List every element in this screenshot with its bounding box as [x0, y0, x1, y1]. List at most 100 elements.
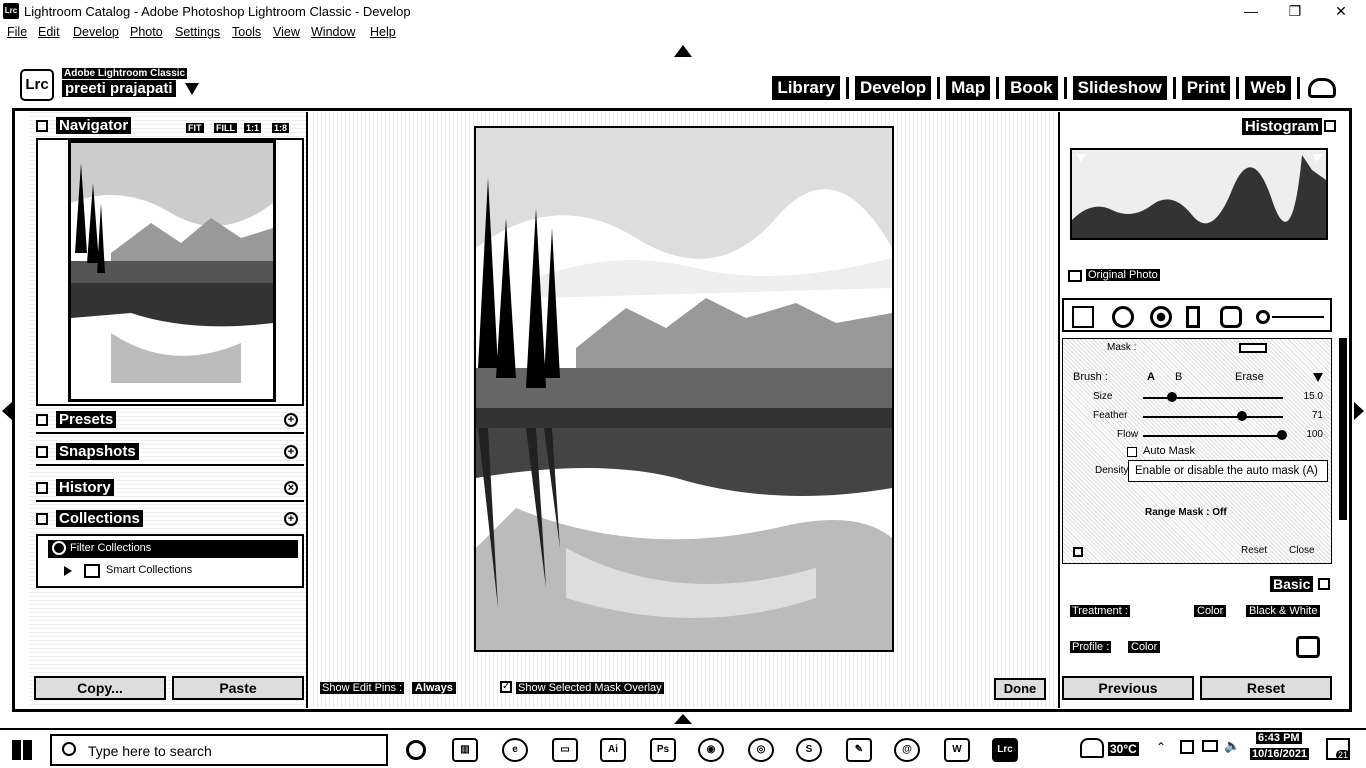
collapse-triangle-icon[interactable] — [36, 120, 48, 132]
skype-icon[interactable]: S — [796, 738, 822, 762]
network-icon[interactable] — [1180, 740, 1194, 754]
copy-button[interactable]: Copy... — [34, 676, 166, 700]
menu-settings[interactable]: Settings — [175, 25, 220, 39]
adjustment-brush-icon[interactable] — [1256, 310, 1270, 324]
treatment-color-button[interactable]: Color — [1194, 605, 1227, 617]
snapshots-header[interactable]: Snapshots + — [36, 442, 304, 466]
feather-value[interactable]: 71 — [1312, 410, 1323, 421]
main-photo[interactable] — [474, 126, 894, 652]
brush-slider-track[interactable] — [1272, 316, 1324, 318]
illustrator-icon[interactable]: Ai — [600, 738, 626, 762]
menu-develop[interactable]: Develop — [73, 25, 119, 39]
menu-file[interactable]: File — [7, 25, 27, 39]
filter-collections-input[interactable]: Filter Collections — [48, 540, 298, 558]
graduated-filter-icon[interactable] — [1186, 306, 1200, 328]
expand-triangle-icon[interactable] — [36, 414, 48, 426]
collections-header[interactable]: Collections + — [36, 509, 304, 529]
weather-icon[interactable] — [1080, 738, 1104, 758]
smart-collections-item[interactable]: Smart Collections — [106, 564, 192, 576]
crop-overlay-icon[interactable] — [1072, 306, 1094, 328]
done-button[interactable]: Done — [994, 678, 1046, 700]
left-panel-toggle-icon[interactable] — [2, 402, 12, 420]
temperature[interactable]: 30°C — [1108, 742, 1139, 756]
cloud-sync-icon[interactable] — [1308, 78, 1336, 98]
module-develop[interactable]: Develop — [854, 76, 932, 100]
module-map[interactable]: Map — [946, 76, 991, 100]
brush-a-button[interactable]: A — [1147, 371, 1155, 383]
expand-triangle-icon[interactable] — [64, 566, 72, 576]
feather-slider[interactable]: Feather 71 — [1073, 410, 1323, 424]
mask-toggle[interactable] — [1239, 343, 1267, 353]
menu-view[interactable]: View — [273, 25, 300, 39]
brush-reset-button[interactable]: Reset — [1241, 545, 1267, 556]
brush-erase-button[interactable]: Erase — [1235, 371, 1264, 383]
module-print[interactable]: Print — [1181, 76, 1231, 100]
brush-dropdown-icon[interactable] — [1313, 373, 1323, 382]
overlay-checkbox[interactable]: ✓ — [500, 681, 512, 693]
clock-time[interactable]: 6:43 PM — [1256, 732, 1302, 744]
close-button[interactable]: ✕ — [1318, 0, 1364, 22]
auto-mask-checkbox[interactable] — [1127, 447, 1137, 457]
lightroom-taskbar-icon[interactable]: Lrc — [992, 738, 1018, 762]
zoom-fill[interactable]: FILL — [214, 123, 237, 133]
reset-button[interactable]: Reset — [1200, 676, 1332, 700]
profile-browser-grid-icon[interactable] — [1296, 636, 1320, 658]
range-mask-select[interactable]: Range Mask : Off — [1145, 507, 1227, 518]
task-view-icon[interactable]: ▥ — [452, 738, 478, 762]
module-web[interactable]: Web — [1245, 76, 1291, 100]
photoshop-icon[interactable]: Ps — [650, 738, 676, 762]
file-explorer-icon[interactable]: ▭ — [552, 738, 578, 762]
add-snapshot-icon[interactable]: + — [284, 445, 298, 459]
zoom-1-1[interactable]: 1:1 — [244, 123, 262, 133]
volume-icon[interactable]: 🔈 — [1224, 738, 1240, 754]
navigator-header[interactable]: Navigator FIT FILL 1:1 1:8 — [36, 116, 304, 136]
slider-track[interactable] — [1143, 416, 1283, 418]
clear-history-icon[interactable]: × — [284, 481, 298, 495]
menu-photo[interactable]: Photo — [130, 25, 163, 39]
flow-slider[interactable]: Flow 100 — [1073, 429, 1323, 443]
collapse-top-panel-icon[interactable] — [674, 45, 692, 57]
size-value[interactable]: 15.0 — [1304, 391, 1323, 402]
minimize-button[interactable]: — — [1228, 0, 1274, 22]
app-icon[interactable]: @ — [894, 738, 920, 762]
spot-removal-icon[interactable] — [1112, 306, 1134, 328]
chrome-icon[interactable]: ◎ — [748, 738, 774, 762]
history-header[interactable]: History × — [36, 478, 304, 502]
add-preset-icon[interactable]: + — [284, 413, 298, 427]
slider-track[interactable] — [1143, 397, 1283, 399]
word-icon[interactable]: W — [944, 738, 970, 762]
previous-button[interactable]: Previous — [1062, 676, 1194, 700]
module-slideshow[interactable]: Slideshow — [1072, 76, 1167, 100]
flow-value[interactable]: 100 — [1306, 429, 1323, 440]
menu-tools[interactable]: Tools — [232, 25, 261, 39]
histogram[interactable] — [1070, 148, 1328, 240]
collapse-triangle-icon[interactable] — [36, 446, 48, 458]
edge-icon[interactable]: e — [502, 738, 528, 762]
add-collection-icon[interactable]: + — [284, 512, 298, 526]
profile-select[interactable]: Color — [1128, 641, 1161, 653]
show-edit-pins-select[interactable]: Always — [412, 682, 456, 694]
menu-window[interactable]: Window — [311, 25, 355, 39]
paste-button[interactable]: Paste — [172, 676, 304, 700]
zoom-1-8[interactable]: 1:8 — [272, 123, 290, 133]
menu-help[interactable]: Help — [370, 25, 396, 39]
tray-chevron-icon[interactable]: ⌃ — [1156, 740, 1166, 754]
module-library[interactable]: Library — [772, 76, 840, 100]
treatment-bw-button[interactable]: Black & White — [1246, 605, 1321, 617]
collapse-triangle-icon[interactable] — [36, 513, 48, 525]
brush-close-button[interactable]: Close — [1289, 545, 1315, 556]
identity-dropdown-icon[interactable] — [185, 83, 199, 95]
app-icon[interactable]: ◉ — [698, 738, 724, 762]
slider-track[interactable] — [1143, 435, 1283, 437]
toggle-effect-icon[interactable] — [1073, 547, 1083, 557]
module-book[interactable]: Book — [1005, 76, 1058, 100]
auto-mask-label[interactable]: Auto Mask — [1143, 445, 1195, 457]
slider-knob[interactable] — [1277, 430, 1287, 440]
presets-header[interactable]: Presets + — [36, 410, 304, 434]
slider-knob[interactable] — [1167, 392, 1177, 402]
size-slider[interactable]: Size 15.0 — [1073, 391, 1323, 405]
zoom-fit[interactable]: FIT — [186, 123, 204, 133]
radial-filter-icon[interactable] — [1220, 306, 1242, 328]
collapse-triangle-icon[interactable] — [1324, 120, 1336, 132]
taskbar-search[interactable]: Type here to search — [50, 734, 388, 766]
